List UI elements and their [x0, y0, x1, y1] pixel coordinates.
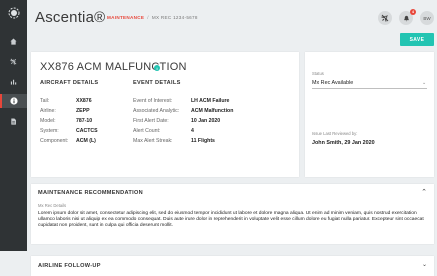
sidebar — [0, 0, 27, 251]
max-alert-streak-label: Max Alert Streak: — [133, 138, 173, 144]
bell-icon — [403, 15, 409, 21]
alert-count-label: Alert Count: — [133, 128, 161, 134]
reviewed-label: Issue Last Reviewed by: — [312, 131, 358, 136]
associated-analytic-label: Associated Analytic: — [133, 108, 180, 114]
flight-button[interactable] — [378, 11, 392, 25]
save-button[interactable]: SAVE — [400, 33, 434, 46]
event-details-card: XX876 ACM MALFUNCTION i AIRCRAFT DETAILS… — [31, 52, 299, 177]
tail-label: Tail: — [40, 98, 50, 104]
breadcrumb: MAINTENANCE / MX REC 1234-5678 — [107, 15, 198, 20]
airline-followup-card[interactable]: AIRLINE FOLLOW-UP ⌄ — [31, 256, 434, 276]
tail-value: XX876 — [76, 98, 92, 104]
aircraft-details-heading: AIRCRAFT DETAILS — [40, 80, 99, 86]
status-underline — [312, 88, 427, 89]
breadcrumb-maintenance[interactable]: MAINTENANCE — [107, 15, 144, 20]
status-label: Status — [312, 71, 324, 76]
chevron-down-icon[interactable]: ⌄ — [422, 80, 426, 86]
top-bar: Ascentia® MAINTENANCE / MX REC 1234-5678 — [27, 0, 437, 36]
reviewed-value: John Smith, 29 Jan 2020 — [312, 140, 375, 146]
model-value: 787-10 — [76, 118, 93, 124]
active-indicator — [0, 94, 2, 108]
collapse-icon[interactable]: ⌃ — [421, 188, 427, 196]
home-icon[interactable] — [0, 34, 27, 48]
system-label: System: — [40, 128, 59, 134]
airline-label: Airline: — [40, 108, 56, 114]
info-icon[interactable] — [0, 94, 27, 108]
expand-icon[interactable]: ⌄ — [422, 261, 427, 268]
airline-value: ZEPP — [76, 108, 90, 114]
plane-icon[interactable] — [0, 54, 27, 68]
event-of-interest-value: LH ACM Failure — [191, 98, 230, 104]
status-card: Status Mx Rec Available ⌄ Issue Last Rev… — [305, 52, 434, 177]
status-select[interactable]: Mx Rec Available — [312, 80, 353, 86]
maintenance-recommendation-card: MAINTENANCE RECOMMENDATION ⌃ Mx Rec Deta… — [31, 184, 434, 244]
model-label: Model: — [40, 118, 56, 124]
alert-count-value: 4 — [191, 128, 194, 134]
max-alert-streak-value: 11 Flights — [191, 138, 215, 144]
notification-badge: 4 — [410, 9, 416, 15]
maintenance-heading: MAINTENANCE RECOMMENDATION — [38, 190, 143, 196]
avatar[interactable]: BW — [420, 11, 434, 25]
app-title: Ascentia® — [35, 9, 106, 26]
associated-analytic-value: ACM Malfunction — [191, 108, 234, 114]
info-icon[interactable]: i — [154, 65, 160, 71]
first-alert-date-label: First Alert Date: — [133, 118, 169, 124]
system-value: CACTCS — [76, 128, 98, 134]
mx-rec-details-text: Lorem ipsum dolor sit amet, consectetur … — [38, 211, 424, 229]
event-of-interest-label: Event of Interest: — [133, 98, 173, 104]
breadcrumb-current: MX REC 1234-5678 — [151, 15, 198, 20]
document-icon[interactable] — [0, 114, 27, 128]
chart-icon[interactable] — [0, 74, 27, 88]
logo-icon[interactable] — [0, 4, 27, 22]
flight-title: XX876 ACM MALFUNCTION — [40, 61, 187, 73]
plane-icon — [381, 14, 389, 22]
first-alert-date-value: 10 Jan 2020 — [191, 118, 221, 124]
event-details-heading: EVENT DETAILS — [133, 80, 181, 86]
component-label: Component: — [40, 138, 69, 144]
avatar-initials: BW — [423, 15, 431, 21]
mx-rec-details-label: Mx Rec Details — [38, 203, 67, 208]
component-value: ACM (L) — [76, 138, 96, 144]
breadcrumb-separator: / — [147, 15, 149, 20]
airline-followup-heading: AIRLINE FOLLOW-UP — [38, 263, 101, 269]
